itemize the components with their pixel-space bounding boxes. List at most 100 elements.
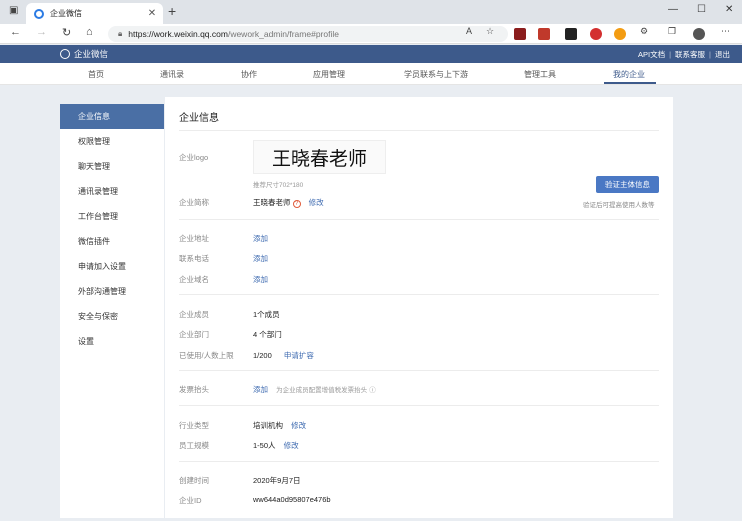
edit-name-link[interactable]: 修改 [309, 198, 324, 207]
company-info-panel: 企业信息 企业logo 王晓春老师 推荐尺寸702*180 验证主体信息 验证后… [165, 97, 673, 518]
nav-app-management[interactable]: 应用管理 [313, 69, 345, 80]
collections-icon[interactable]: ❐ [668, 26, 676, 37]
created-label: 创建时间 [179, 476, 209, 485]
usage-label: 已使用/人数上限 [179, 351, 234, 360]
verify-note: 验证后可提高使用人数等 [583, 202, 655, 209]
logo-label: 企业logo [179, 153, 209, 162]
divider [179, 130, 659, 131]
window-close-icon[interactable]: ✕ [725, 4, 733, 15]
divider [179, 461, 659, 462]
verify-entity-button[interactable]: 验证主体信息 [596, 176, 659, 193]
scale-row: 1-50人 修改 [253, 440, 299, 451]
nav-my-company[interactable]: 我的企业 [613, 69, 645, 80]
members-value: 1个成员 [253, 310, 280, 319]
members-label: 企业成员 [179, 310, 209, 319]
name-row: 王晓春老师? 修改 [253, 197, 324, 208]
home-icon[interactable]: ⌂ [86, 26, 93, 38]
minimize-icon[interactable]: — [668, 4, 678, 15]
main-nav: 首页 通讯录 协作 应用管理 学员联系与上下游 管理工具 我的企业 [0, 63, 742, 85]
divider [179, 405, 659, 406]
browser-tab[interactable]: 企业微信 ✕ [26, 3, 163, 24]
nav-management-tools[interactable]: 管理工具 [524, 69, 556, 80]
departments-label: 企业部门 [179, 330, 209, 339]
departments-value: 4 个部门 [253, 330, 282, 339]
edit-scale-link[interactable]: 修改 [284, 441, 299, 450]
invoice-note: 为企业成员配置增值税发票抬头 [276, 387, 368, 394]
profile-avatar-icon[interactable] [693, 28, 705, 40]
question-icon[interactable]: ? [292, 200, 301, 208]
sidebar-item-chat[interactable]: 聊天管理 [60, 154, 164, 179]
contact-support-link[interactable]: 联系客服 [675, 50, 705, 59]
sidebar-item-settings[interactable]: 设置 [60, 329, 164, 354]
address-bar[interactable]: 🔒︎ https://work.weixin.qq.com/wework_adm… [108, 26, 508, 42]
divider [179, 294, 659, 295]
url-text: https://work.weixin.qq.com/wework_admin/… [128, 29, 339, 39]
reload-icon[interactable]: ↻ [62, 26, 71, 39]
usage-row: 1/200 申请扩容 [253, 350, 314, 361]
extensions-icon[interactable]: ⚙ [640, 26, 648, 37]
close-icon[interactable]: ✕ [145, 8, 159, 19]
header-links: API文档 | 联系客服 | 退出 [638, 50, 730, 59]
sidebar-item-workbench[interactable]: 工作台管理 [60, 204, 164, 229]
logo-size-hint: 推荐尺寸702*180 [253, 182, 304, 189]
industry-label: 行业类型 [179, 421, 209, 430]
forward-icon[interactable]: → [36, 26, 47, 38]
add-address-link[interactable]: 添加 [253, 233, 268, 244]
sidebar-item-external[interactable]: 外部沟通管理 [60, 279, 164, 304]
phone-label: 联系电话 [179, 254, 209, 263]
back-icon[interactable]: ← [10, 26, 21, 38]
sidebar: 企业信息 权限管理 聊天管理 通讯录管理 工作台管理 微信插件 申请加入设置 外… [60, 104, 164, 518]
industry-value: 培训机构 [253, 421, 283, 430]
extension-icon-1[interactable] [514, 28, 526, 40]
browser-toolbar: ← → ↻ ⌂ 🔒︎ https://work.weixin.qq.com/we… [0, 24, 742, 44]
sidebar-item-contacts[interactable]: 通讯录管理 [60, 179, 164, 204]
extension-icon-2[interactable] [538, 28, 550, 40]
menu-icon[interactable]: ⋯ [721, 26, 730, 37]
edit-industry-link[interactable]: 修改 [291, 421, 306, 430]
new-tab-icon[interactable]: + [168, 3, 176, 19]
domain-label: 企业域名 [179, 275, 209, 284]
invoice-label: 发票抬头 [179, 385, 209, 394]
add-phone-link[interactable]: 添加 [253, 253, 268, 264]
usage-value: 1/200 [253, 351, 272, 360]
logout-link[interactable]: 退出 [715, 50, 730, 59]
read-aloud-icon[interactable]: A [466, 26, 472, 36]
app-header: 企业微信 API文档 | 联系客服 | 退出 [0, 45, 742, 63]
info-icon[interactable]: ⓘ [369, 387, 376, 394]
add-invoice-link[interactable]: 添加 [253, 385, 268, 394]
lock-icon: 🔒︎ [118, 29, 123, 38]
brand-name: 企业微信 [74, 49, 109, 59]
nav-contacts[interactable]: 通讯录 [160, 69, 184, 80]
extension-icon-4[interactable] [590, 28, 602, 40]
scale-label: 员工规模 [179, 441, 209, 450]
wework-logo-icon [60, 49, 70, 59]
sidebar-item-permissions[interactable]: 权限管理 [60, 129, 164, 154]
nav-active-indicator [604, 82, 656, 84]
industry-row: 培训机构 修改 [253, 420, 306, 431]
scale-value: 1-50人 [253, 441, 276, 450]
maximize-icon[interactable]: ☐ [697, 4, 706, 15]
name-label: 企业简称 [179, 198, 209, 207]
extension-icon-3[interactable] [565, 28, 577, 40]
brand-logo[interactable]: 企业微信 [60, 48, 108, 60]
window-icon[interactable]: ▣ [9, 5, 18, 16]
sidebar-item-company-info[interactable]: 企业信息 [60, 104, 164, 129]
company-name: 王晓春老师 [253, 198, 291, 207]
nav-student-contacts[interactable]: 学员联系与上下游 [404, 69, 468, 80]
browser-tab-strip: ▣ 企业微信 ✕ + — ☐ ✕ [0, 0, 742, 24]
extension-icon-5[interactable] [614, 28, 626, 40]
apply-expand-link[interactable]: 申请扩容 [284, 351, 314, 360]
nav-collaboration[interactable]: 协作 [241, 69, 257, 80]
favorite-icon[interactable]: ☆ [486, 26, 494, 37]
tab-favicon-icon [34, 8, 44, 19]
sidebar-item-wechat-plugin[interactable]: 微信插件 [60, 229, 164, 254]
tab-title: 企业微信 [50, 9, 82, 18]
corpid-value: ww644a0d95807e476b [253, 495, 331, 504]
created-value: 2020年9月7日 [253, 476, 301, 485]
api-docs-link[interactable]: API文档 [638, 50, 665, 59]
sidebar-item-join-settings[interactable]: 申请加入设置 [60, 254, 164, 279]
add-domain-link[interactable]: 添加 [253, 274, 268, 285]
nav-home[interactable]: 首页 [88, 69, 104, 80]
company-logo[interactable]: 王晓春老师 [253, 140, 386, 174]
sidebar-item-security[interactable]: 安全与保密 [60, 304, 164, 329]
